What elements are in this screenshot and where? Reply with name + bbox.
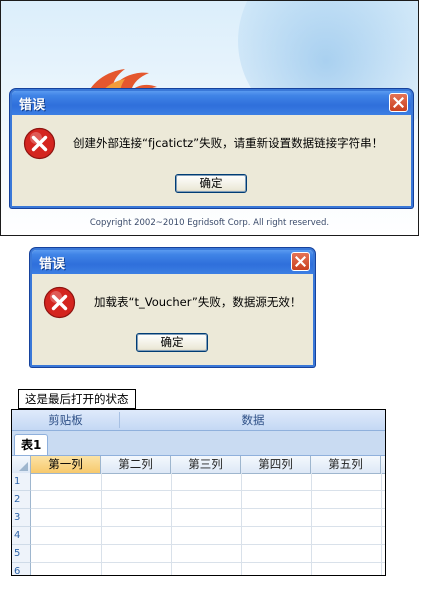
select-all-corner[interactable] bbox=[12, 456, 31, 473]
column-header-4[interactable]: 第四列 bbox=[241, 456, 311, 473]
dialog-titlebar[interactable]: 错误 bbox=[32, 250, 313, 274]
sheet-tab[interactable]: 表1 bbox=[14, 434, 49, 455]
error-message: 加载表“t_Voucher”失败，数据源无效！ bbox=[94, 295, 302, 309]
error-message: 创建外部连接“fjcatictz”失败，请重新设置数据链接字符串！ bbox=[73, 136, 384, 150]
table-row[interactable] bbox=[31, 509, 385, 527]
dialog-title: 错误 bbox=[39, 257, 66, 272]
ok-button[interactable]: 确定 bbox=[175, 174, 247, 193]
row-header-3[interactable]: 3 bbox=[12, 509, 31, 527]
row-header-6[interactable]: 6 bbox=[12, 563, 31, 575]
column-header-2[interactable]: 第二列 bbox=[101, 456, 171, 473]
close-button[interactable] bbox=[291, 252, 310, 271]
row-header-2[interactable]: 2 bbox=[12, 491, 31, 509]
error-icon bbox=[43, 286, 76, 319]
sheet-grid[interactable]: 第一列 第二列 第三列 第四列 第五列 1 2 3 4 5 6 bbox=[12, 456, 385, 575]
caption-label: 这是最后打开的状态 bbox=[18, 389, 136, 409]
table-row[interactable] bbox=[31, 491, 385, 509]
row-header-5[interactable]: 5 bbox=[12, 545, 31, 563]
column-header-5[interactable]: 第五列 bbox=[311, 456, 381, 473]
error-dialog-load-table: 错误 加载表“t_Voucher”失败，数据源无效！ 确定 bbox=[30, 248, 315, 367]
close-icon bbox=[295, 256, 306, 267]
table-row[interactable] bbox=[31, 527, 385, 545]
dialog-titlebar[interactable]: 错误 bbox=[12, 91, 411, 115]
row-header-1[interactable]: 1 bbox=[12, 473, 31, 491]
sheet-tab-bar: 表1 bbox=[12, 431, 385, 456]
table-row[interactable] bbox=[31, 563, 385, 575]
ribbon-group-data[interactable]: 数据 bbox=[121, 412, 385, 428]
close-button[interactable] bbox=[389, 93, 408, 112]
table-row[interactable] bbox=[31, 545, 385, 563]
table-row[interactable] bbox=[31, 473, 385, 491]
ok-button[interactable]: 确定 bbox=[136, 333, 208, 352]
spreadsheet-window: 剪贴板 数据 表1 第一列 第二列 第三列 第四列 第五列 1 2 3 4 5 … bbox=[11, 409, 386, 576]
ribbon: 剪贴板 数据 bbox=[12, 410, 385, 431]
dialog-title: 错误 bbox=[19, 98, 46, 113]
column-header-row: 第一列 第二列 第三列 第四列 第五列 bbox=[12, 456, 385, 474]
copyright-text: Copyright 2002~2010 Egridsoft Corp. All … bbox=[89, 218, 330, 228]
column-header-3[interactable]: 第三列 bbox=[171, 456, 241, 473]
error-icon bbox=[23, 127, 56, 160]
row-header-4[interactable]: 4 bbox=[12, 527, 31, 545]
ribbon-group-clipboard[interactable]: 剪贴板 bbox=[12, 412, 120, 428]
close-icon bbox=[393, 97, 404, 108]
error-dialog-connection: 错误 创建外部连接“fjcatictz”失败，请重新设置数据链接字符串！ 确定 bbox=[10, 89, 413, 208]
select-all-corner-icon bbox=[19, 462, 28, 471]
column-header-1[interactable]: 第一列 bbox=[31, 456, 101, 473]
